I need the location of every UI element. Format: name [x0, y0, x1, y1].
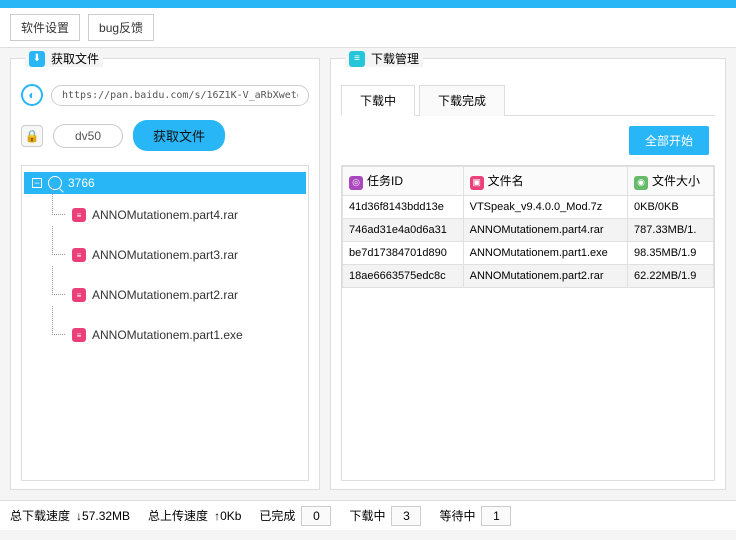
- fetch-button[interactable]: 获取文件: [133, 120, 225, 151]
- toolbar: 软件设置 bug反馈: [0, 8, 736, 48]
- tab-done[interactable]: 下载完成: [419, 85, 505, 116]
- fetch-panel: ⬇ 获取文件 ◐ 🔒 获取文件 − 3766 ≡ANNOMutationem.p…: [10, 58, 320, 490]
- tab-downloading[interactable]: 下载中: [341, 85, 415, 116]
- tree-item[interactable]: ≡ANNOMutationem.part3.rar: [22, 244, 308, 266]
- manage-panel-title: 下载管理: [371, 50, 419, 67]
- manage-panel: ≡ 下载管理 下载中 下载完成 全部开始 ◎任务ID ▣文件名 ◉文件大小: [330, 58, 726, 490]
- table-row[interactable]: be7d17384701d890ANNOMutationem.part1.exe…: [343, 241, 714, 264]
- ul-speed-label: 总上传速度: [148, 507, 208, 524]
- task-grid[interactable]: ◎任务ID ▣文件名 ◉文件大小 41d36f8143bdd13eVTSpeak…: [341, 165, 715, 481]
- title-bar: [0, 0, 736, 8]
- waiting-count: 1: [481, 506, 511, 526]
- name-icon: ▣: [470, 176, 484, 190]
- collapse-icon[interactable]: −: [32, 178, 42, 188]
- start-all-button[interactable]: 全部开始: [629, 126, 709, 155]
- tree-root[interactable]: − 3766: [24, 172, 306, 194]
- main-area: ⬇ 获取文件 ◐ 🔒 获取文件 − 3766 ≡ANNOMutationem.p…: [0, 48, 736, 500]
- download-icon: ⬇: [29, 51, 45, 67]
- file-icon: ≡: [72, 288, 86, 302]
- col-task-id: ◎任务ID: [343, 167, 464, 196]
- tabs: 下载中 下载完成: [341, 84, 715, 116]
- file-icon: ≡: [72, 248, 86, 262]
- lock-icon: 🔒: [21, 125, 43, 147]
- ul-speed-value: ↑0Kb: [214, 509, 241, 523]
- dl-speed-label: 总下载速度: [10, 507, 70, 524]
- dl-speed-value: ↓57.32MB: [76, 509, 130, 523]
- status-bar: 总下载速度 ↓57.32MB 总上传速度 ↑0Kb 已完成 0 下载中 3 等待中 1: [0, 500, 736, 530]
- file-icon: ≡: [72, 208, 86, 222]
- file-tree[interactable]: − 3766 ≡ANNOMutationem.part4.rar ≡ANNOMu…: [21, 165, 309, 481]
- list-icon: ≡: [349, 51, 365, 67]
- globe-icon: ◐: [21, 84, 43, 106]
- fetch-panel-title: 获取文件: [51, 50, 99, 67]
- col-filesize: ◉文件大小: [628, 167, 714, 196]
- table-row[interactable]: 746ad31e4a0d6a31ANNOMutationem.part4.rar…: [343, 218, 714, 241]
- settings-button[interactable]: 软件设置: [10, 14, 80, 41]
- tree-item[interactable]: ≡ANNOMutationem.part1.exe: [22, 324, 308, 346]
- downloading-label: 下载中: [349, 507, 385, 524]
- tree-item[interactable]: ≡ANNOMutationem.part4.rar: [22, 204, 308, 226]
- code-input[interactable]: [53, 124, 123, 148]
- size-icon: ◉: [634, 176, 648, 190]
- done-label: 已完成: [259, 507, 295, 524]
- root-label: 3766: [68, 176, 95, 190]
- table-row[interactable]: 41d36f8143bdd13eVTSpeak_v9.4.0.0_Mod.7z0…: [343, 195, 714, 218]
- col-filename: ▣文件名: [463, 167, 627, 196]
- tree-item[interactable]: ≡ANNOMutationem.part2.rar: [22, 284, 308, 306]
- id-icon: ◎: [349, 176, 363, 190]
- table-row[interactable]: 18ae6663575edc8cANNOMutationem.part2.rar…: [343, 264, 714, 287]
- url-input[interactable]: [51, 85, 309, 106]
- waiting-label: 等待中: [439, 507, 475, 524]
- downloading-count: 3: [391, 506, 421, 526]
- file-icon: ≡: [72, 328, 86, 342]
- bug-button[interactable]: bug反馈: [88, 14, 154, 41]
- done-count: 0: [301, 506, 331, 526]
